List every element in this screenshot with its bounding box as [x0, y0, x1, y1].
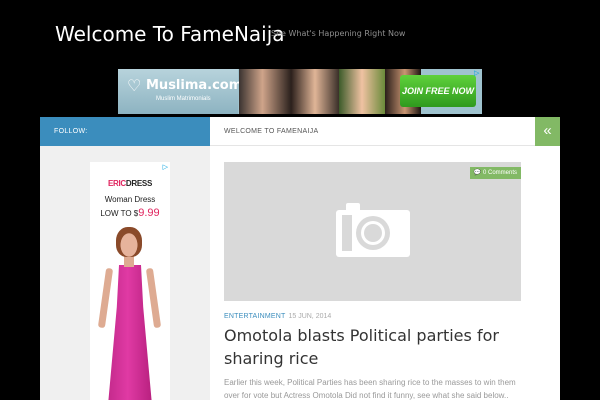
ad-brand-part1: ERIC — [108, 179, 126, 188]
post-excerpt: Earlier this week, Political Parties has… — [224, 378, 516, 400]
main-content: WELCOME TO FAMENAIJA « 💬 0 Comments ENTE… — [210, 117, 560, 400]
adchoices-icon[interactable]: ▷ — [163, 163, 168, 171]
ad-photo — [291, 69, 339, 114]
camera-icon — [336, 202, 410, 257]
model-arm — [145, 267, 162, 329]
comments-badge[interactable]: 💬 0 Comments — [469, 167, 521, 179]
ad-price-prefix: LOW TO $ — [100, 209, 139, 218]
sidebar: FOLLOW: ▷ ERICDRESS Woman Dress LOW TO $… — [40, 117, 210, 400]
site-title[interactable]: Welcome To FameNaija — [55, 22, 285, 46]
ad-product: Woman Dress — [104, 195, 156, 204]
content-container: FOLLOW: ▷ ERICDRESS Woman Dress LOW TO $… — [40, 117, 560, 400]
follow-label: FOLLOW: — [40, 117, 210, 146]
ad-brand-logo: ERICDRESS — [90, 179, 170, 188]
adchoices-icon[interactable]: ▷ — [474, 70, 481, 77]
double-chevron-left-icon[interactable]: « — [535, 117, 560, 146]
ad-photo — [339, 69, 385, 114]
post-date: 15 JUN, 2014 — [288, 313, 332, 320]
comments-count: 0 Comments — [482, 170, 517, 176]
ad-brand-part2: DRESS — [125, 179, 152, 188]
ad-price: LOW TO $9.99 — [90, 207, 170, 219]
ad-price-value: 9.99 — [138, 207, 160, 219]
post-meta: ENTERTAINMENT 15 JUN, 2014 — [224, 313, 331, 320]
model-arm — [97, 267, 114, 329]
join-free-button[interactable]: JOIN FREE NOW — [400, 75, 476, 107]
page: Welcome To FameNaija See What's Happenin… — [0, 0, 600, 400]
sidebar-ad[interactable]: ▷ ERICDRESS Woman Dress LOW TO $9.99 — [90, 162, 170, 400]
post-thumbnail[interactable]: 💬 0 Comments — [224, 162, 521, 301]
top-banner-ad[interactable]: ♡ Muslima.com Muslim Matrimonials JOIN F… — [118, 69, 482, 114]
post-category-link[interactable]: ENTERTAINMENT — [224, 313, 285, 320]
post-title[interactable]: Omotola blasts Political parties for sha… — [224, 324, 524, 370]
model-head — [116, 227, 142, 257]
heart-icon: ♡ — [127, 78, 142, 95]
ad-photo — [239, 69, 291, 114]
ad-brand-sub: Muslim Matrimonials — [156, 96, 211, 102]
main-header-label: WELCOME TO FAMENAIJA — [210, 117, 535, 146]
site-tagline: See What's Happening Right Now — [271, 29, 406, 38]
ad-brand: Muslima.com — [146, 78, 243, 93]
model-dress — [108, 265, 152, 400]
